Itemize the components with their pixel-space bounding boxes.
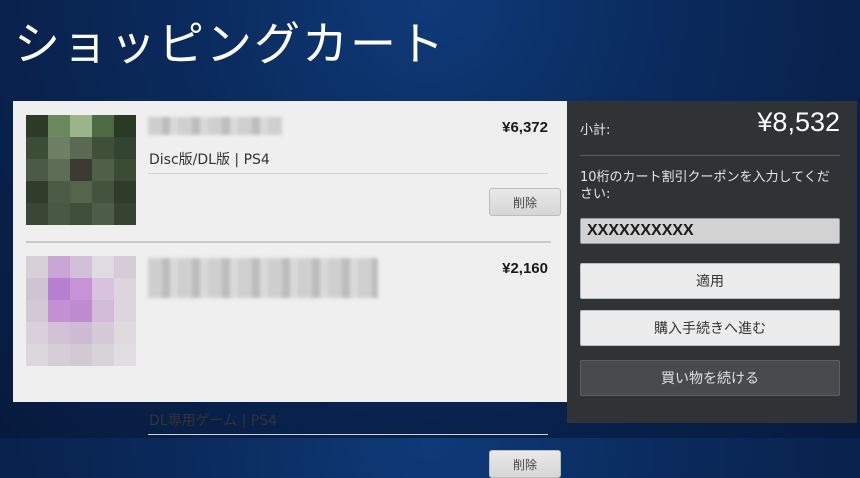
item-divider-line (148, 434, 548, 435)
thumbnail-pixel (114, 181, 136, 203)
thumbnail-pixel (92, 278, 114, 300)
product-thumbnail[interactable] (26, 256, 136, 366)
thumbnail-pixel (26, 322, 48, 344)
thumbnail-pixel (114, 137, 136, 159)
thumbnail-pixel (70, 278, 92, 300)
thumbnail-pixel (114, 300, 136, 322)
delete-button[interactable]: 削除 (489, 188, 561, 216)
thumbnail-pixel (92, 300, 114, 322)
thumbnail-pixel (70, 300, 92, 322)
thumbnail-pixel (70, 181, 92, 203)
thumbnail-pixel (48, 181, 70, 203)
thumbnail-pixel (92, 137, 114, 159)
thumbnail-pixel (26, 300, 48, 322)
thumbnail-pixel (26, 278, 48, 300)
thumbnail-pixel (26, 159, 48, 181)
thumbnail-pixel (114, 278, 136, 300)
thumbnail-pixel (70, 322, 92, 344)
apply-coupon-button[interactable]: 適用 (580, 263, 840, 299)
thumbnail-pixel (26, 256, 48, 278)
order-summary-panel: 小計: ¥8,532 10桁のカート割引クーポンを入力してください: 適用 購入… (567, 101, 857, 423)
summary-divider (580, 155, 840, 156)
product-name-blurred[interactable]: ■■■■■■■■■■■■■■ (148, 258, 378, 298)
thumbnail-pixel (92, 344, 114, 366)
thumbnail-pixel (48, 115, 70, 137)
thumbnail-pixel (114, 256, 136, 278)
thumbnail-pixel (48, 256, 70, 278)
product-price: ¥6,372 (502, 119, 548, 136)
thumbnail-pixel (92, 322, 114, 344)
thumbnail-pixel (70, 137, 92, 159)
thumbnail-pixel (70, 115, 92, 137)
continue-shopping-button[interactable]: 買い物を続ける (580, 360, 840, 396)
thumbnail-pixel (48, 300, 70, 322)
thumbnail-pixel (114, 159, 136, 181)
delete-button[interactable]: 削除 (489, 450, 561, 478)
thumbnail-pixel (26, 203, 48, 225)
thumbnail-pixel (48, 344, 70, 366)
coupon-code-input[interactable] (580, 218, 840, 244)
cart-item-separator (26, 241, 551, 243)
thumbnail-pixel (114, 344, 136, 366)
thumbnail-pixel (26, 115, 48, 137)
checkout-button[interactable]: 購入手続きへ進む (580, 310, 840, 346)
thumbnail-pixel (70, 256, 92, 278)
thumbnail-pixel (114, 115, 136, 137)
thumbnail-pixel (26, 181, 48, 203)
thumbnail-pixel (92, 256, 114, 278)
cart-item: ■■■■■■■■■ ¥6,372 Disc版/DL版 | PS4 削除 (26, 115, 561, 237)
thumbnail-pixel (92, 159, 114, 181)
thumbnail-pixel (48, 322, 70, 344)
thumbnail-pixel (70, 159, 92, 181)
thumbnail-pixel (114, 203, 136, 225)
thumbnail-pixel (26, 137, 48, 159)
thumbnail-pixel (92, 203, 114, 225)
thumbnail-pixel (26, 344, 48, 366)
coupon-label: 10桁のカート割引クーポンを入力してください: (580, 170, 830, 202)
product-name-blurred[interactable]: ■■■■■■■■■ (148, 117, 282, 135)
product-thumbnail[interactable] (26, 115, 136, 225)
subtotal-label: 小計: (580, 123, 611, 138)
thumbnail-pixel (48, 137, 70, 159)
thumbnail-pixel (70, 344, 92, 366)
page-title: ショッピングカート (14, 17, 446, 71)
thumbnail-pixel (48, 278, 70, 300)
item-divider-line (148, 173, 548, 174)
product-price: ¥2,160 (502, 260, 548, 277)
product-format: Disc版/DL版 | PS4 (149, 152, 270, 168)
thumbnail-pixel (114, 322, 136, 344)
thumbnail-pixel (92, 181, 114, 203)
cart-items-panel: ■■■■■■■■■ ¥6,372 Disc版/DL版 | PS4 削除 ■■■■… (13, 101, 567, 478)
thumbnail-pixel (70, 203, 92, 225)
product-format: DL専用ゲーム | PS4 (149, 413, 278, 429)
thumbnail-pixel (48, 159, 70, 181)
subtotal-value: ¥8,532 (757, 107, 840, 137)
cart-item: ■■■■■■■■■■■■■■ ¥2,160 DL専用ゲーム | PS4 削除 (26, 256, 561, 478)
thumbnail-pixel (92, 115, 114, 137)
thumbnail-pixel (48, 203, 70, 225)
